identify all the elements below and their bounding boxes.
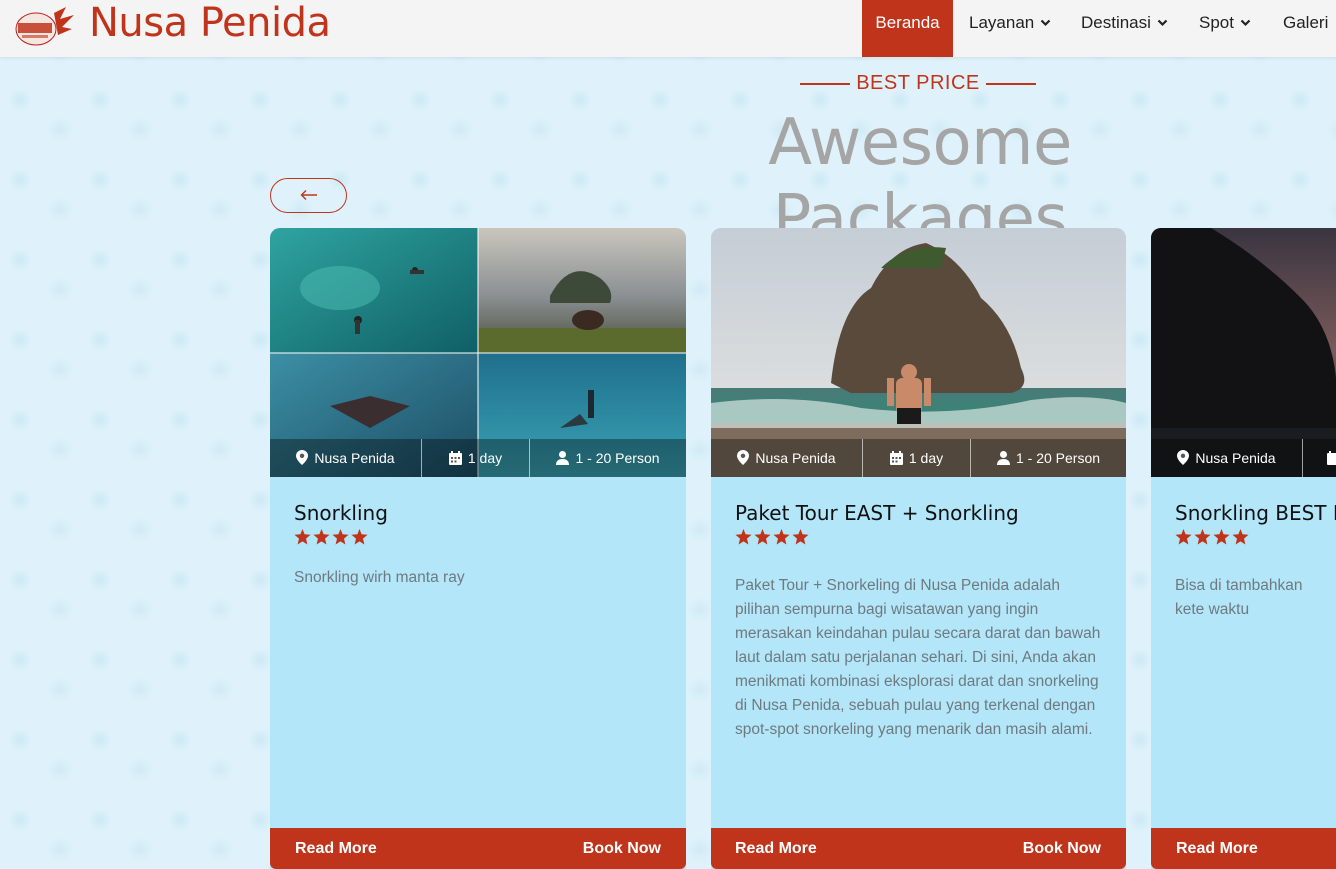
package-meta: Nusa Penida	[1151, 439, 1336, 477]
meta-duration: 1 day	[422, 439, 530, 477]
calendar-icon	[448, 450, 462, 465]
book-now-button[interactable]: Book Now	[1023, 828, 1101, 869]
nav-item-spot[interactable]: Spot	[1199, 0, 1251, 57]
nav-label: Destinasi	[1081, 13, 1151, 32]
meta-duration-text: 1 day	[467, 450, 503, 466]
package-meta: Nusa Penida 1 day 1 - 20 Person	[711, 439, 1126, 477]
nav-item-galeri[interactable]: Galeri	[1283, 0, 1328, 57]
star-icon	[735, 529, 752, 545]
star-icon	[1232, 529, 1249, 545]
rating-stars	[1175, 529, 1249, 547]
map-pin-icon	[737, 450, 750, 466]
star-icon	[351, 529, 368, 545]
package-card: Nusa Penida Snorkling BEST PR Bisa di ta…	[1151, 228, 1336, 869]
read-more-button[interactable]: Read More	[735, 828, 817, 869]
chevron-down-icon	[1240, 19, 1251, 26]
nav-item-beranda[interactable]: Beranda	[862, 0, 953, 57]
user-icon	[996, 450, 1010, 465]
package-card: Nusa Penida 1 day 1 - 20 Person Paket To…	[711, 228, 1126, 869]
meta-persons: 1 - 20 Person	[971, 439, 1126, 477]
meta-location-text: Nusa Penida	[1195, 450, 1276, 466]
chevron-down-icon	[1157, 19, 1168, 26]
meta-location-text: Nusa Penida	[755, 450, 836, 466]
package-card: Nusa Penida 1 day 1 - 20 Person Snorklin…	[270, 228, 686, 869]
star-icon	[332, 529, 349, 545]
rating-stars	[735, 529, 809, 547]
arrow-left-icon	[300, 190, 317, 200]
calendar-icon	[889, 450, 903, 465]
section-subtitle: BEST PRICE	[798, 70, 1038, 96]
brand-title[interactable]: Nusa Penida	[89, 0, 331, 46]
star-icon	[1213, 529, 1230, 545]
star-icon	[773, 529, 790, 545]
package-description: Snorkling wirh manta ray	[294, 569, 465, 586]
book-now-button[interactable]: Book Now	[583, 828, 661, 869]
nav-label: Beranda	[875, 13, 940, 32]
package-description: Bisa di tambahkan kete waktu	[1175, 577, 1303, 618]
star-icon	[1194, 529, 1211, 545]
meta-duration-text: 1 day	[908, 450, 944, 466]
calendar-icon	[1327, 450, 1336, 465]
meta-duration	[1303, 439, 1336, 477]
carousel-prev-button[interactable]	[270, 178, 347, 213]
read-more-button[interactable]: Read More	[1176, 828, 1258, 869]
card-footer: Read More Book Now	[711, 828, 1126, 869]
read-more-button[interactable]: Read More	[295, 828, 377, 869]
meta-location: Nusa Penida	[270, 439, 422, 477]
star-icon	[754, 529, 771, 545]
package-description: Paket Tour + Snorkeling di Nusa Penida a…	[735, 577, 1101, 738]
package-title[interactable]: Snorkling BEST PR	[1175, 500, 1336, 526]
nav-item-destinasi[interactable]: Destinasi	[1081, 0, 1168, 57]
package-title[interactable]: Snorkling	[294, 500, 388, 526]
navbar: Nusa Penida Beranda Layanan Destinasi Sp…	[0, 0, 1336, 57]
star-icon	[1175, 529, 1192, 545]
map-pin-icon	[1177, 450, 1190, 466]
meta-duration: 1 day	[863, 439, 971, 477]
user-icon	[556, 450, 570, 465]
meta-persons-text: 1 - 20 Person	[1015, 450, 1101, 466]
nav-label: Layanan	[969, 13, 1035, 32]
nav-label: Galeri	[1283, 13, 1329, 32]
meta-persons: 1 - 20 Person	[530, 439, 686, 477]
star-icon	[313, 529, 330, 545]
nav-label: Spot	[1199, 13, 1234, 32]
package-meta: Nusa Penida 1 day 1 - 20 Person	[270, 439, 686, 477]
meta-persons-text: 1 - 20 Person	[575, 450, 660, 466]
subtitle-line-right	[986, 83, 1036, 85]
package-title[interactable]: Paket Tour EAST + Snorkling	[735, 500, 1019, 526]
card-footer: Read More Book Now	[270, 828, 686, 869]
chevron-down-icon	[1040, 19, 1051, 26]
map-pin-icon	[296, 450, 309, 466]
meta-location-text: Nusa Penida	[314, 450, 395, 466]
nav-item-layanan[interactable]: Layanan	[969, 0, 1051, 57]
logo[interactable]	[14, 5, 76, 49]
star-icon	[792, 529, 809, 545]
meta-location: Nusa Penida	[711, 439, 863, 477]
card-footer: Read More	[1151, 828, 1336, 869]
meta-location: Nusa Penida	[1151, 439, 1303, 477]
star-icon	[294, 529, 311, 545]
rating-stars	[294, 529, 368, 547]
